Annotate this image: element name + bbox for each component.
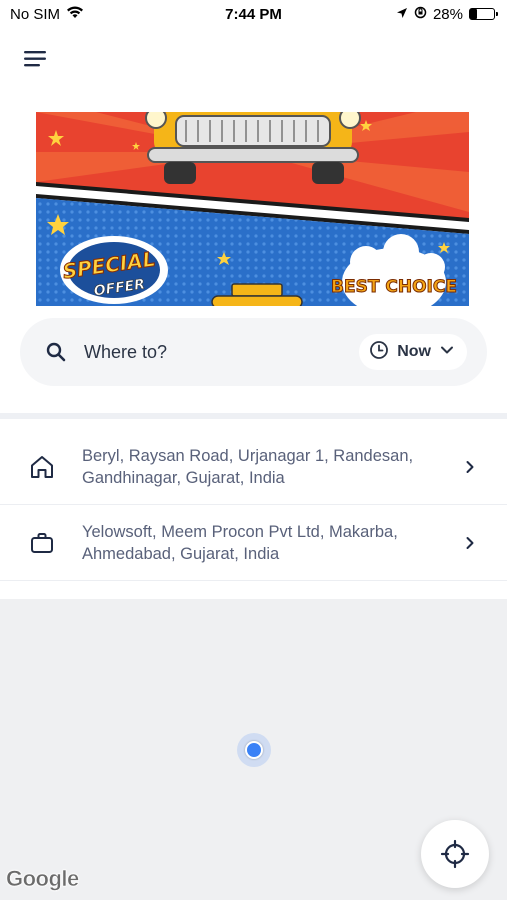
wifi-icon (66, 5, 84, 23)
destination-input[interactable]: Where to? (84, 342, 359, 363)
hamburger-menu-icon (24, 51, 46, 67)
menu-button[interactable] (18, 44, 52, 74)
promo-banner[interactable]: SPECIAL OFFER BEST CHOICE (36, 112, 469, 306)
briefcase-icon (28, 529, 56, 557)
battery-icon (469, 8, 498, 20)
saved-place-home[interactable]: Beryl, Raysan Road, Urjanagar 1, Randesa… (0, 429, 507, 505)
destination-search-card[interactable]: Where to? Now (20, 318, 487, 386)
home-icon (28, 453, 56, 481)
saved-place-work-address: Yelowsoft, Meem Procon Pvt Ltd, Makarba,… (82, 522, 398, 563)
section-divider (0, 413, 507, 419)
saved-place-work[interactable]: Yelowsoft, Meem Procon Pvt Ltd, Makarba,… (0, 505, 507, 581)
battery-fill (470, 9, 477, 19)
chevron-right-icon (463, 460, 477, 474)
clock-icon (369, 340, 389, 365)
chevron-right-icon (463, 536, 477, 550)
schedule-time-label: Now (397, 343, 431, 360)
google-attribution-logo: Google (6, 866, 80, 892)
current-location-marker (245, 741, 263, 759)
saved-place-home-address: Beryl, Raysan Road, Urjanagar 1, Randesa… (82, 446, 414, 487)
battery-percent: 28% (432, 5, 463, 23)
promo-banner-art: SPECIAL OFFER BEST CHOICE (36, 112, 469, 306)
recenter-location-button[interactable] (421, 820, 489, 888)
search-icon (44, 340, 68, 364)
carrier-label: No SIM (10, 5, 61, 23)
status-right: 28% (396, 5, 498, 23)
crosshair-icon (440, 839, 470, 869)
status-left: No SIM (10, 5, 84, 23)
banner-best-choice-text: BEST CHOICE (331, 277, 457, 297)
location-arrow-icon (396, 6, 408, 23)
chevron-down-icon (439, 342, 455, 363)
status-bar: No SIM 7:44 PM 28% (0, 0, 507, 28)
orientation-lock-icon (414, 6, 427, 23)
schedule-time-selector[interactable]: Now (359, 334, 467, 370)
